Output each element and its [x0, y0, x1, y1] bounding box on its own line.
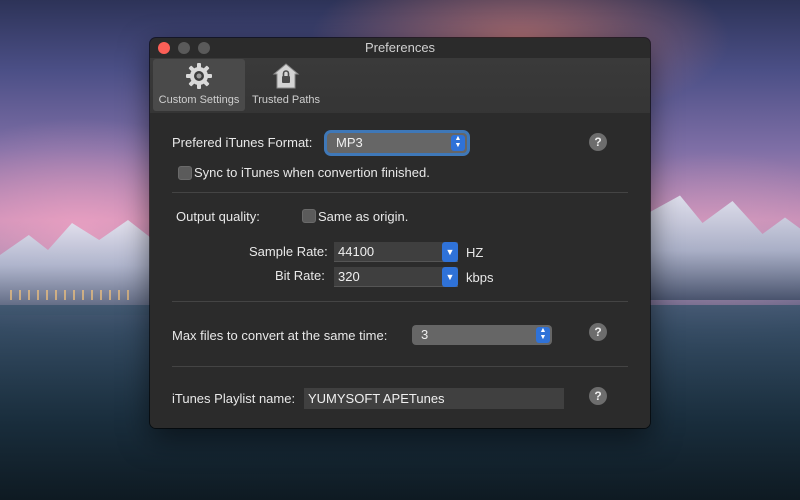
tab-trusted-paths-label: Trusted Paths [251, 94, 321, 106]
sample-rate-unit: HZ [466, 245, 484, 260]
playlist-name-label: iTunes Playlist name: [172, 391, 296, 406]
separator [172, 366, 628, 367]
settings-panel: Prefered iTunes Format: MP3 ▲ ▼ ? Sync to… [150, 113, 650, 428]
max-files-help-button[interactable]: ? [589, 323, 607, 341]
tab-custom-settings-label: Custom Settings [158, 94, 240, 106]
tab-custom-settings[interactable]: Custom Settings [153, 59, 245, 111]
itunes-format-select[interactable]: MP3 ▲ ▼ [327, 133, 467, 153]
playlist-name-value: YUMYSOFT APETunes [308, 391, 445, 406]
separator [172, 301, 628, 302]
bit-rate-label: Bit Rate: [275, 268, 325, 283]
itunes-format-value: MP3 [336, 135, 363, 150]
output-quality-label: Output quality: [176, 209, 260, 224]
itunes-format-help-button[interactable]: ? [589, 133, 607, 151]
max-files-label: Max files to convert at the same time: [172, 328, 388, 343]
window-title: Preferences [364, 40, 436, 55]
playlist-help-button[interactable]: ? [589, 387, 607, 405]
minimize-button[interactable] [178, 42, 190, 54]
max-files-value: 3 [421, 327, 429, 342]
title-bar[interactable]: Preferences [150, 38, 650, 58]
desktop-mountain-left [0, 220, 160, 315]
chevron-down-icon[interactable]: ▼ [442, 267, 458, 287]
itunes-format-label: Prefered iTunes Format: [172, 135, 313, 150]
sample-rate-value: 44100 [338, 244, 375, 259]
playlist-name-field[interactable]: YUMYSOFT APETunes [304, 388, 564, 409]
preferences-window: Preferences Custom Settings Trusted Path… [150, 38, 650, 428]
desktop-village-lights [10, 290, 130, 300]
tab-trusted-paths[interactable]: Trusted Paths [247, 59, 325, 111]
bit-rate-unit: kbps [466, 270, 494, 285]
gear-icon [186, 63, 212, 89]
same-as-origin-label: Same as origin. [318, 209, 409, 224]
separator [172, 192, 628, 193]
bit-rate-value: 320 [338, 269, 360, 284]
same-as-origin-checkbox[interactable] [302, 209, 316, 223]
chevron-updown-icon: ▲ ▼ [536, 327, 550, 343]
sample-rate-label: Sample Rate: [249, 244, 328, 259]
sync-itunes-checkbox[interactable] [178, 166, 192, 180]
sample-rate-combo[interactable]: 44100 ▼ [334, 242, 458, 262]
desktop-mountain-right [650, 195, 800, 300]
sync-itunes-label: Sync to iTunes when convertion finished. [194, 165, 430, 180]
bit-rate-combo[interactable]: 320 ▼ [334, 267, 458, 287]
house-lock-icon [272, 63, 300, 89]
close-button[interactable] [158, 42, 170, 54]
chevron-down-icon[interactable]: ▼ [442, 242, 458, 262]
zoom-button[interactable] [198, 42, 210, 54]
max-files-select[interactable]: 3 ▲ ▼ [412, 325, 552, 345]
chevron-updown-icon: ▲ ▼ [451, 135, 465, 151]
